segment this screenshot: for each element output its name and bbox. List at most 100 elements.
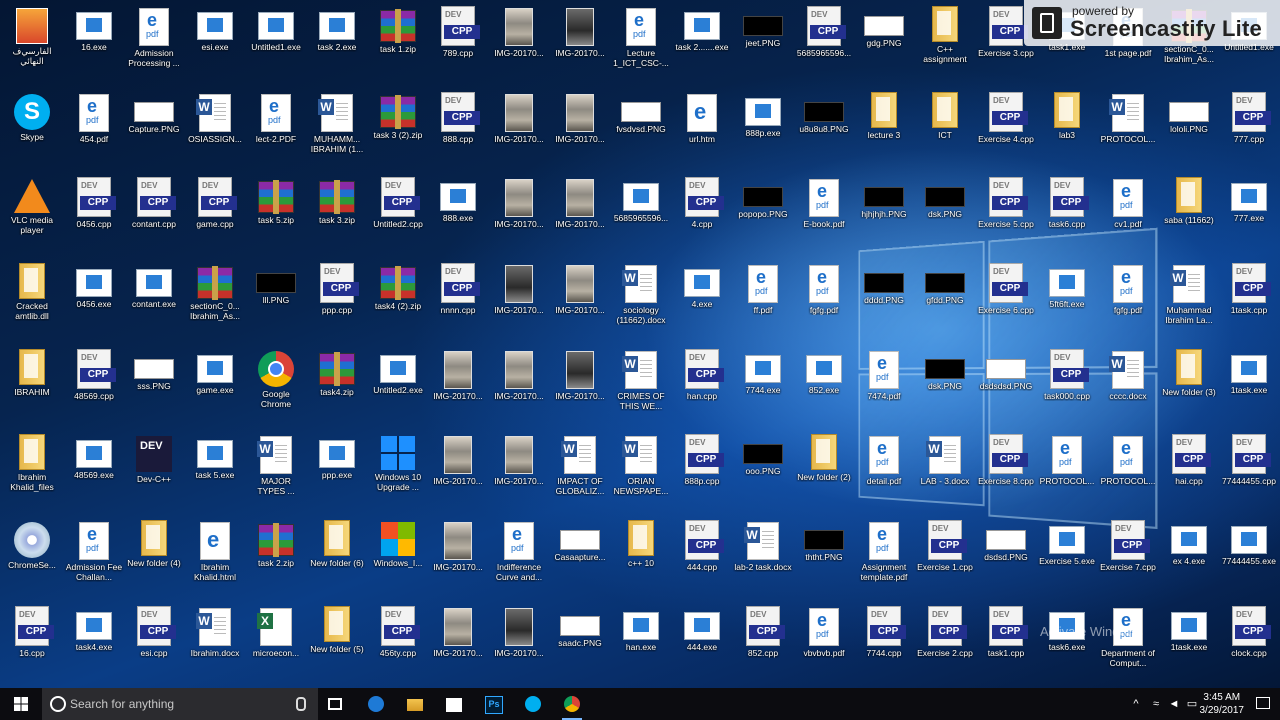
desktop-icon[interactable]: hjhjhjh.PNG: [854, 173, 914, 257]
desktop-icon[interactable]: 852.exe: [794, 345, 854, 429]
desktop-icon[interactable]: Exercise 7.cpp: [1098, 516, 1158, 600]
desktop-icon[interactable]: task 2.......exe: [672, 2, 732, 86]
desktop-icon[interactable]: Indifference Curve and...: [489, 516, 549, 600]
desktop-icon[interactable]: CRIMES OF THIS WE...: [611, 345, 671, 429]
desktop-icon[interactable]: Casaapture...: [550, 516, 610, 600]
desktop-icon[interactable]: clock.cpp: [1219, 602, 1279, 686]
start-button[interactable]: [0, 688, 42, 720]
desktop-icon[interactable]: sociology (11662).docx: [611, 259, 671, 343]
desktop-icon[interactable]: task4.exe: [64, 602, 124, 686]
desktop-icon[interactable]: hai.cpp: [1159, 430, 1219, 514]
desktop-icon[interactable]: game.exe: [185, 345, 245, 429]
desktop-icon[interactable]: jeet.PNG: [733, 2, 793, 86]
desktop-icon[interactable]: ex 4.exe: [1159, 516, 1219, 600]
desktop-icon[interactable]: 5685965596...: [611, 173, 671, 257]
desktop-icon[interactable]: Exercise 5.cpp: [976, 173, 1036, 257]
desktop-icon[interactable]: IMG-20170...: [489, 173, 549, 257]
desktop-icon[interactable]: task4.zip: [307, 345, 367, 429]
desktop-icon[interactable]: 454.pdf: [64, 88, 124, 172]
desktop-icon[interactable]: gdg.PNG: [854, 2, 914, 86]
desktop-icon[interactable]: IMPACT OF GLOBALIZ...: [550, 430, 610, 514]
desktop-icon[interactable]: ththt.PNG: [794, 516, 854, 600]
desktop-icon[interactable]: IMG-20170...: [428, 345, 488, 429]
desktop-icon[interactable]: dsk.PNG: [915, 345, 975, 429]
desktop-icon[interactable]: 77444455.cpp: [1219, 430, 1279, 514]
desktop-icon[interactable]: Skype: [2, 88, 62, 172]
desktop-icon[interactable]: C++ assignment: [915, 2, 975, 86]
desktop-icon[interactable]: IMG-20170...: [550, 259, 610, 343]
taskbar-chrome[interactable]: [560, 692, 584, 720]
desktop-icon[interactable]: fvsdvsd.PNG: [611, 88, 671, 172]
clock[interactable]: 3:45 AM 3/29/2017: [1200, 691, 1245, 717]
desktop-icon[interactable]: Department of Comput...: [1098, 602, 1158, 686]
desktop-icon[interactable]: 888p.cpp: [672, 430, 732, 514]
desktop-icon[interactable]: Cracked amtlib.dll: [2, 259, 62, 343]
desktop-icon[interactable]: Assignment template.pdf: [854, 516, 914, 600]
desktop-icon[interactable]: IMG-20170...: [489, 2, 549, 86]
desktop-icon[interactable]: url.htm: [672, 88, 732, 172]
desktop-icon[interactable]: PROTOCOL...: [1098, 430, 1158, 514]
desktop-icon[interactable]: New folder (5): [307, 602, 367, 686]
desktop-icon[interactable]: 1task.exe: [1159, 602, 1219, 686]
desktop-icon[interactable]: dsdsd.PNG: [976, 516, 1036, 600]
desktop-icon[interactable]: cv1.pdf: [1098, 173, 1158, 257]
desktop-icon[interactable]: 77444455.exe: [1219, 516, 1279, 600]
desktop-icon[interactable]: IMG-20170...: [550, 173, 610, 257]
desktop-icon[interactable]: Capture.PNG: [124, 88, 184, 172]
wifi-icon[interactable]: ≈: [1150, 698, 1162, 710]
desktop-icon[interactable]: sss.PNG: [124, 345, 184, 429]
desktop-icon[interactable]: nnnn.cpp: [428, 259, 488, 343]
desktop-icon[interactable]: 456ty.cpp: [368, 602, 428, 686]
desktop-icon[interactable]: Google Chrome: [246, 345, 306, 429]
desktop-icon[interactable]: contant.cpp: [124, 173, 184, 257]
action-center-icon[interactable]: [1256, 697, 1270, 709]
desktop-icon[interactable]: esi.cpp: [124, 602, 184, 686]
desktop-icon[interactable]: MAJOR TYPES ...: [246, 430, 306, 514]
desktop-icon[interactable]: sectionC_0... Ibrahim_As...: [185, 259, 245, 343]
desktop-icon[interactable]: 1task.exe: [1219, 345, 1279, 429]
desktop-icon[interactable]: 888p.exe: [733, 88, 793, 172]
desktop-icon[interactable]: LAB - 3.docx: [915, 430, 975, 514]
desktop-icon[interactable]: 5685965596...: [794, 2, 854, 86]
desktop-icon[interactable]: Exercise 2.cpp: [915, 602, 975, 686]
desktop-icon[interactable]: task6.exe: [1037, 602, 1097, 686]
desktop-icon[interactable]: task 3.zip: [307, 173, 367, 257]
desktop-icon[interactable]: 777.cpp: [1219, 88, 1279, 172]
desktop-icon[interactable]: lab3: [1037, 88, 1097, 172]
desktop-icon[interactable]: 0456.cpp: [64, 173, 124, 257]
desktop-icon[interactable]: Muhammad Ibrahim La...: [1159, 259, 1219, 343]
taskbar-store[interactable]: [442, 692, 466, 716]
desktop-icon[interactable]: lecture 3: [854, 88, 914, 172]
desktop-icon[interactable]: 777.exe: [1219, 173, 1279, 257]
desktop-icon[interactable]: 16.exe: [64, 2, 124, 86]
desktop-icon[interactable]: popopo.PNG: [733, 173, 793, 257]
desktop-icon[interactable]: PROTOCOL...: [1098, 88, 1158, 172]
desktop-icon[interactable]: task1.cpp: [976, 602, 1036, 686]
desktop-icon[interactable]: saadc.PNG: [550, 602, 610, 686]
desktop-icon[interactable]: task 3 (2).zip: [368, 88, 428, 172]
chevron-up-icon[interactable]: ^: [1130, 698, 1142, 710]
desktop-icon[interactable]: E-book.pdf: [794, 173, 854, 257]
desktop-icon[interactable]: Exercise 8.cpp: [976, 430, 1036, 514]
desktop-icon[interactable]: task000.cpp: [1037, 345, 1097, 429]
desktop-icon[interactable]: OSIASSIGN...: [185, 88, 245, 172]
desktop-icon[interactable]: IMG-20170...: [428, 516, 488, 600]
desktop-icon[interactable]: task 2.zip: [246, 516, 306, 600]
desktop-icon[interactable]: ORIAN NEWSPAPE...: [611, 430, 671, 514]
desktop-icon[interactable]: New folder (3): [1159, 345, 1219, 429]
cortana-search-box[interactable]: Search for anything: [42, 688, 318, 720]
desktop-icon[interactable]: MUHAMM... IBRAHIM (1...: [307, 88, 367, 172]
desktop-icon[interactable]: Ibrahim Khalid.html: [185, 516, 245, 600]
desktop-icon[interactable]: 48569.cpp: [64, 345, 124, 429]
desktop-icon[interactable]: lect-2.PDF: [246, 88, 306, 172]
desktop-icon[interactable]: Exercise 5.exe: [1037, 516, 1097, 600]
desktop-icon[interactable]: ﺍﻟﻔﺎﺭﺳﻲﻑ ﺍﻟﻨﻬﺎﺋﻲ: [2, 2, 62, 86]
desktop-icon[interactable]: Windows 10 Upgrade ...: [368, 430, 428, 514]
desktop-icon[interactable]: Untitled2.cpp: [368, 173, 428, 257]
desktop-icon[interactable]: microecon...: [246, 602, 306, 686]
desktop-icon[interactable]: Ibrahim.docx: [185, 602, 245, 686]
desktop-icon[interactable]: task4 (2).zip: [368, 259, 428, 343]
desktop-icon[interactable]: 5ft6ft.exe: [1037, 259, 1097, 343]
taskbar-edge[interactable]: [364, 692, 388, 716]
desktop-icon[interactable]: ICT: [915, 88, 975, 172]
